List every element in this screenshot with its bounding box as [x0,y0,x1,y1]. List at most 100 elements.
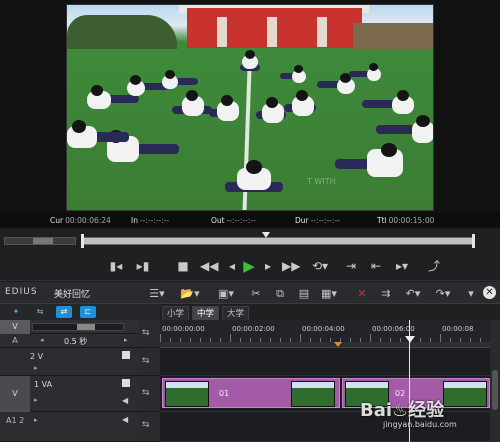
track-visibility-icon[interactable] [122,379,130,387]
track-sync-icon[interactable]: ⇆ [142,420,150,430]
track-a1-patch: ⇆ [138,412,160,442]
current-timecode: Cur 00:00:06:24 [50,216,111,225]
close-icon[interactable]: ✕ [483,286,496,299]
sequence-tabs: 小学 中学 大学 [160,304,500,320]
tab-sequence-3[interactable]: 大学 [222,306,250,320]
total-value: 00:00:15:00 [388,216,435,225]
current-value: 00:00:06:24 [65,216,111,225]
track-sync-icon[interactable]: ⇆ [142,388,150,398]
track-label: A1 2 [6,416,25,425]
set-in-icon[interactable]: ▮◂ [108,257,124,275]
shuttle-slider[interactable] [4,237,76,245]
preview-building-column [217,17,227,47]
in-timecode: In --:--:--:-- [131,216,169,225]
zoom-right-arrow[interactable]: ▸ [124,336,128,344]
track-header-2v[interactable]: 2 V ▸ [0,348,138,376]
scrollbar-thumb[interactable] [492,370,498,410]
zoom-value[interactable]: 0.5 秒 [64,336,87,347]
stop-icon[interactable]: ■ [176,257,190,275]
save-icon[interactable]: ▣▾ [216,287,236,300]
position-slider[interactable] [83,237,475,245]
speaker-icon[interactable]: ◀ [122,396,128,405]
slider-playhead[interactable] [262,232,270,238]
slider-end-marker[interactable] [472,234,475,248]
timeline-clip-1[interactable]: 01 [162,378,340,408]
project-name: 美好回忆 [54,290,91,300]
ruler-control: ⇆ [138,320,160,348]
play-icon[interactable]: ▶ [240,257,258,275]
video-selector[interactable]: V [0,320,30,334]
rewind-icon[interactable]: ◀◀ [200,257,218,275]
watermark-logo: Bai♨经验 [360,400,445,421]
open-project-icon[interactable]: 📂▾ [180,287,200,300]
ruler-range-bar[interactable] [160,342,490,347]
expand-arrow-icon[interactable]: ▸ [34,396,38,404]
total-label: Ttl [377,216,387,225]
clip-thumbnail [291,381,335,407]
track-header-a1[interactable]: A1 2 ▸ ◀ [0,412,138,442]
loop-icon[interactable]: ⟲▾ [310,257,330,275]
ripple-delete-icon[interactable]: ⇉ [380,287,392,300]
redo-icon[interactable]: ↷▾ [434,287,452,300]
timeline-ruler[interactable]: 00:00:00:00 00:00:02:00 00:00:04:00 00:0… [160,320,490,348]
mode-icon[interactable]: ✦ [8,306,24,318]
in-label: In [131,216,138,225]
expand-arrow-icon[interactable]: ▸ [34,364,38,372]
paste-special-icon[interactable]: ▦▾ [320,287,338,300]
audio-selector[interactable]: A [0,334,30,348]
link-mode-icon[interactable]: ⊏ [80,306,96,318]
ruler-tick [230,334,231,342]
out-value: --:--:--:-- [226,216,256,225]
track-sync-icon[interactable]: ⇆ [142,356,150,366]
sequence-settings-icon[interactable]: ☰▾ [148,287,166,300]
out-label: Out [211,216,225,225]
zoom-knob[interactable] [77,324,95,330]
ruler-tick [160,334,161,342]
sync-lock-icon[interactable]: ⇆ [142,328,150,338]
paste-icon[interactable]: ▤ [298,287,310,300]
export-icon[interactable]: ⤴ [426,257,442,275]
out-timecode: Out --:--:--:-- [211,216,256,225]
more-icon[interactable]: ▾ [466,287,476,300]
preview-building-column [267,17,277,47]
timeline-vertical-scrollbar[interactable] [490,320,500,442]
track-header-1va[interactable]: V 1 VA ▸ ◀ [0,376,138,412]
timeline-mode-bar: ✦ ⇆ ⇄ ⊏ [0,304,160,320]
sync-mode-icon[interactable]: ⇄ [56,306,72,318]
expand-arrow-icon[interactable]: ▸ [34,416,38,424]
timecode-strip: Cur 00:00:06:24 In --:--:--:-- Out --:--:--… [0,212,500,228]
fast-forward-icon[interactable]: ▶▶ [282,257,300,275]
ruler-label: 00:00:08 [442,325,474,333]
speaker-icon[interactable]: ◀ [122,415,128,424]
timeline-playhead[interactable] [405,336,415,343]
duration-label: Dur [295,216,309,225]
cut-icon[interactable]: ✂ [250,287,262,300]
zoom-slider[interactable] [32,323,124,331]
delete-icon[interactable]: ✕ [356,287,368,300]
step-forward-icon[interactable]: ▸ [262,257,274,275]
insert-icon[interactable]: ⇥ [343,257,359,275]
ruler-tick [300,334,301,342]
in-value: --:--:--:-- [139,216,170,225]
slider-start-marker[interactable] [81,234,84,248]
ruler-tick [370,334,371,342]
set-out-icon[interactable]: ▸▮ [133,257,153,275]
track-lane-2v[interactable] [160,348,490,376]
track-visibility-icon[interactable] [122,351,130,359]
ripple-mode-icon[interactable]: ⇆ [32,306,48,318]
preview-building-column [317,17,327,47]
zoom-left-arrow[interactable]: ◂ [40,336,44,344]
scrub-bar-area [0,229,500,251]
undo-icon[interactable]: ↶▾ [404,287,422,300]
step-back-icon[interactable]: ◂ [226,257,238,275]
shuttle-knob[interactable] [33,238,53,244]
ruler-label: 00:00:02:00 [232,325,275,333]
clip-thumbnail [165,381,209,407]
copy-icon[interactable]: ⧉ [274,287,286,300]
video-patch[interactable]: V [0,376,30,412]
tab-sequence-1[interactable]: 小学 [162,306,190,320]
marker-icon[interactable] [334,342,342,347]
match-frame-icon[interactable]: ▸▾ [392,257,412,275]
overwrite-icon[interactable]: ⇤ [368,257,384,275]
tab-sequence-2[interactable]: 中学 [192,306,220,320]
